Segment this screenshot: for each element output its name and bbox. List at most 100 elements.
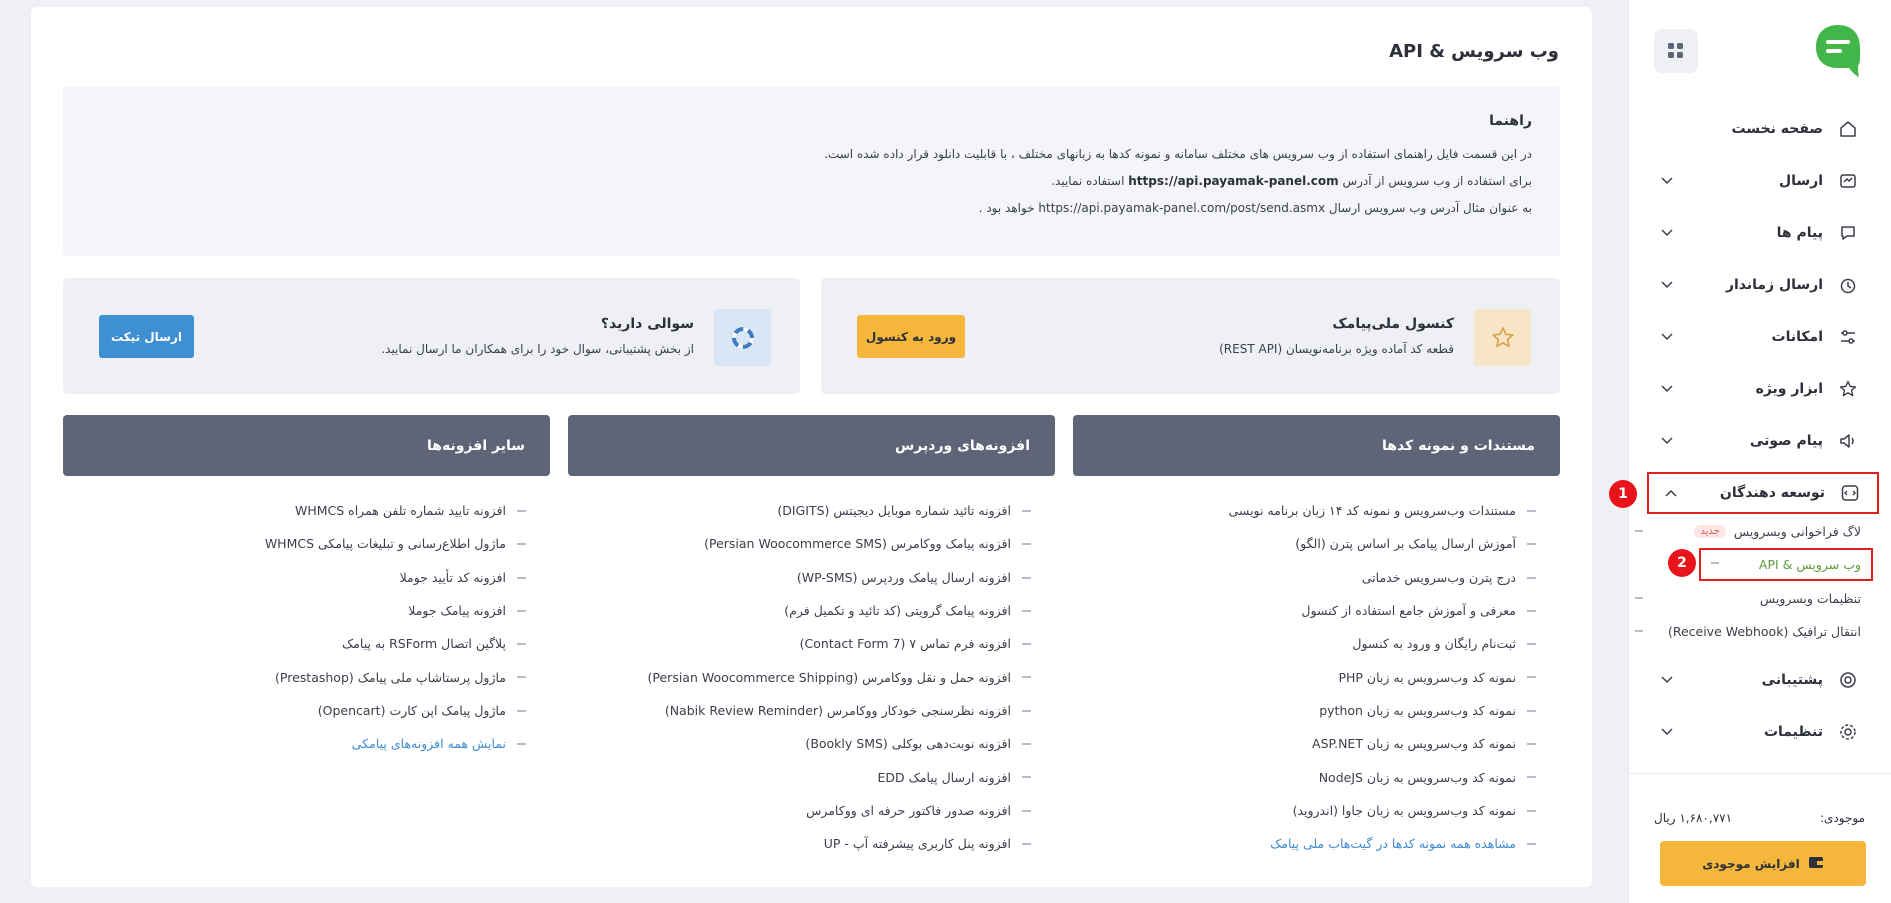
list-item[interactable]: معرفی و آموزش جامع استفاده از کنسول (1073, 594, 1560, 627)
list-item[interactable]: افزونه ارسال پیامک وردپرس (WP-SMS) (568, 561, 1055, 594)
nav-item-send[interactable]: ارسال (1645, 158, 1875, 204)
wallet-label: موجودی: (1819, 811, 1865, 825)
brand-logo-icon[interactable] (1813, 22, 1863, 78)
send-icon (1837, 170, 1859, 192)
nav-label: ارسال زماندار (1725, 277, 1823, 293)
list-item[interactable]: نمونه کد وب‌سرویس به زبان python (1073, 694, 1560, 727)
voice-message-icon (1837, 430, 1859, 452)
nav-label: تنظیمات (1763, 724, 1823, 740)
list-item[interactable]: درج پترن وب‌سرویس خدماتی (1073, 561, 1560, 594)
guide-line-1: در این قسمت فایل راهنمای استفاده از وب س… (824, 147, 1532, 161)
nav-item-voice-message[interactable]: پیام صوتی (1645, 418, 1875, 464)
nav-item-support[interactable]: پشتیبانی (1645, 657, 1875, 703)
list-item[interactable]: افزونه صدور فاکتور حرفه ای ووکامرس (568, 794, 1055, 827)
other-plugins-list: افزونه تایید شماره تلفن همراه WHMCS ماژو… (63, 494, 550, 760)
chevron-down-icon (1659, 225, 1675, 241)
sub-item-label: لاگ فراخوانی وبسرویس (1733, 523, 1861, 539)
main-panel: وب سرویس & API راهنما در این قسمت فایل ر… (31, 7, 1592, 887)
guide-line-2: برای استفاده از وب سرویس از آدرس https:/… (1051, 174, 1532, 188)
list-item[interactable]: افزونه حمل و نقل ووکامرس (Persian Woocom… (568, 660, 1055, 693)
sub-item-webservice-settings[interactable]: تنظیمات وبسرویس (1625, 585, 1861, 611)
chevron-down-icon (1659, 724, 1675, 740)
list-item[interactable]: پلاگین اتصال RSForm به پیامک (63, 627, 550, 660)
messages-icon (1837, 222, 1859, 244)
nav-label: پیام ها (1776, 225, 1823, 241)
list-item[interactable]: نمونه کد وب‌سرویس به زبان PHP (1073, 660, 1560, 693)
question-card: سوالی دارید؟ از بخش پشتیبانی، سوال خود ر… (63, 278, 800, 394)
sub-item-receive-webhook[interactable]: انتقال ترافیک (Receive Webhook) (1625, 618, 1861, 644)
chevron-down-icon (1659, 329, 1675, 345)
api-base-url: https://api.payamak-panel.com (1128, 174, 1339, 188)
features-icon (1837, 326, 1859, 348)
increase-balance-label: افزایش موجودی (1702, 856, 1800, 871)
other-plugins-column: سایر افزونه‌ها افزونه تایید شماره تلفن ه… (63, 415, 550, 760)
apps-grid-button[interactable] (1654, 29, 1698, 73)
sub-item-webservice-api[interactable]: وب سرویس & API (1699, 548, 1873, 581)
console-card-desc: قطعه کد آماده ویژه برنامه‌نویسان (REST A… (1219, 342, 1454, 356)
wallet-panel: موجودی: ۱,۶۸۰,۷۷۱ ریال افزایش موجودی (1628, 773, 1891, 903)
list-item[interactable]: افزونه نظرسنجی خودکار ووکامرس (Nabik Rev… (568, 694, 1055, 727)
sub-item-webservice-log[interactable]: لاگ فراخوانی وبسرویس جدید (1625, 518, 1861, 544)
wordpress-column: افزونه‌های وردپرس افزونه تائید شماره موب… (568, 415, 1055, 860)
console-card-title: کنسول ملی‌پیامک (1332, 316, 1454, 332)
nav-item-messages[interactable]: پیام ها (1645, 210, 1875, 256)
docs-list: مستندات وب‌سرویس و نمونه کد ۱۴ زبان برنا… (1073, 494, 1560, 860)
list-item[interactable]: افزونه تائید شماره موبایل دیجیتس (DIGITS… (568, 494, 1055, 527)
dash-icon (1711, 562, 1719, 564)
console-card: کنسول ملی‌پیامک قطعه کد آماده ویژه برنام… (821, 278, 1560, 394)
chevron-down-icon (1659, 277, 1675, 293)
nav-item-scheduled-send[interactable]: ارسال زماندار (1645, 262, 1875, 308)
lifebuoy-icon (714, 309, 771, 366)
enter-console-button[interactable]: ورود به کنسول (857, 315, 965, 358)
settings-icon (1837, 721, 1859, 743)
list-item[interactable]: ثبت‌نام رایگان و ورود به کنسول (1073, 627, 1560, 660)
list-item[interactable]: افزونه تایید شماره تلفن همراه WHMCS (63, 494, 550, 527)
dash-icon (1635, 630, 1643, 632)
list-item[interactable]: نمونه کد وب‌سرویس به زبان جاوا (اندروید) (1073, 794, 1560, 827)
list-item[interactable]: افزونه فرم تماس ۷ (Contact Form 7) (568, 627, 1055, 660)
chevron-down-icon (1659, 433, 1675, 449)
guide-line-2-prefix: برای استفاده از وب سرویس از آدرس (1342, 174, 1532, 188)
send-ticket-button[interactable]: ارسال تیکت (99, 315, 194, 358)
nav-item-settings[interactable]: تنظیمات (1645, 709, 1875, 755)
list-item[interactable]: نمونه کد وب‌سرویس به زبان ASP.NET (1073, 727, 1560, 760)
list-item[interactable]: افزونه پیامک ووکامرس (Persian Woocommerc… (568, 527, 1055, 560)
github-samples-link[interactable]: مشاهده همه نمونه کدها در گیت‌هاب ملی پیا… (1073, 827, 1560, 860)
nav-label: صفحه نخست (1731, 121, 1823, 137)
list-item[interactable]: آموزش ارسال پیامک بر اساس پترن (الگو) (1073, 527, 1560, 560)
nav-label: ارسال (1778, 173, 1823, 189)
chevron-down-icon (1659, 381, 1675, 397)
sub-item-label: انتقال ترافیک (Receive Webhook) (1667, 623, 1861, 639)
nav-item-features[interactable]: امکانات (1645, 314, 1875, 360)
nav-item-home[interactable]: صفحه نخست (1645, 106, 1875, 152)
increase-balance-button[interactable]: افزایش موجودی (1660, 841, 1866, 886)
dash-icon (1635, 530, 1643, 532)
list-item[interactable]: مستندات وب‌سرویس و نمونه کد ۱۴ زبان برنا… (1073, 494, 1560, 527)
page-title: وب سرویس & API (1389, 41, 1559, 62)
list-item[interactable]: ماژول پیامک اپن کارت (Opencart) (63, 694, 550, 727)
chevron-up-icon (1663, 485, 1679, 501)
list-item[interactable]: افزونه ارسال پیامک EDD (568, 760, 1055, 793)
nav-label: ابزار ویژه (1755, 381, 1823, 397)
list-item[interactable]: افزونه پیامک گرویتی (کد تائید و تکمیل فر… (568, 594, 1055, 627)
list-item[interactable]: افزونه پیامک جوملا (63, 594, 550, 627)
nav-item-special-tools[interactable]: ابزار ویژه (1645, 366, 1875, 412)
nav-label: پشتیبانی (1761, 672, 1823, 688)
list-item[interactable]: افزونه پنل کاربری پیشرفته آپ - UP (568, 827, 1055, 860)
new-badge: جدید (1694, 524, 1726, 538)
wordpress-column-header: افزونه‌های وردپرس (568, 415, 1055, 476)
list-item[interactable]: افزونه نوبت‌دهی بوکلی (Bookly SMS) (568, 727, 1055, 760)
star-tools-icon (1837, 378, 1859, 400)
list-item[interactable]: ماژول اطلاع‌رسانی و تبلیغات پیامکی WHMCS (63, 527, 550, 560)
all-plugins-link[interactable]: نمایش همه افزونه‌های پیامکی (63, 727, 550, 760)
list-item[interactable]: ماژول پرستاشاپ ملی پیامک (Prestashop) (63, 660, 550, 693)
guide-line-3: به عنوان مثال آدرس وب سرویس ارسال https:… (978, 201, 1532, 215)
nav-item-developers[interactable]: توسعه دهندگان (1647, 472, 1879, 514)
list-item[interactable]: افزونه کد تأیید جوملا (63, 561, 550, 594)
apps-grid-icon (1668, 43, 1683, 58)
sidebar: صفحه نخست ارسال پیام ها ارسال زماندار ام… (1609, 0, 1891, 903)
star-icon (1474, 309, 1531, 366)
support-icon (1837, 669, 1859, 691)
nav-label: پیام صوتی (1749, 433, 1823, 449)
list-item[interactable]: نمونه کد وب‌سرویس به زبان NodeJS (1073, 760, 1560, 793)
